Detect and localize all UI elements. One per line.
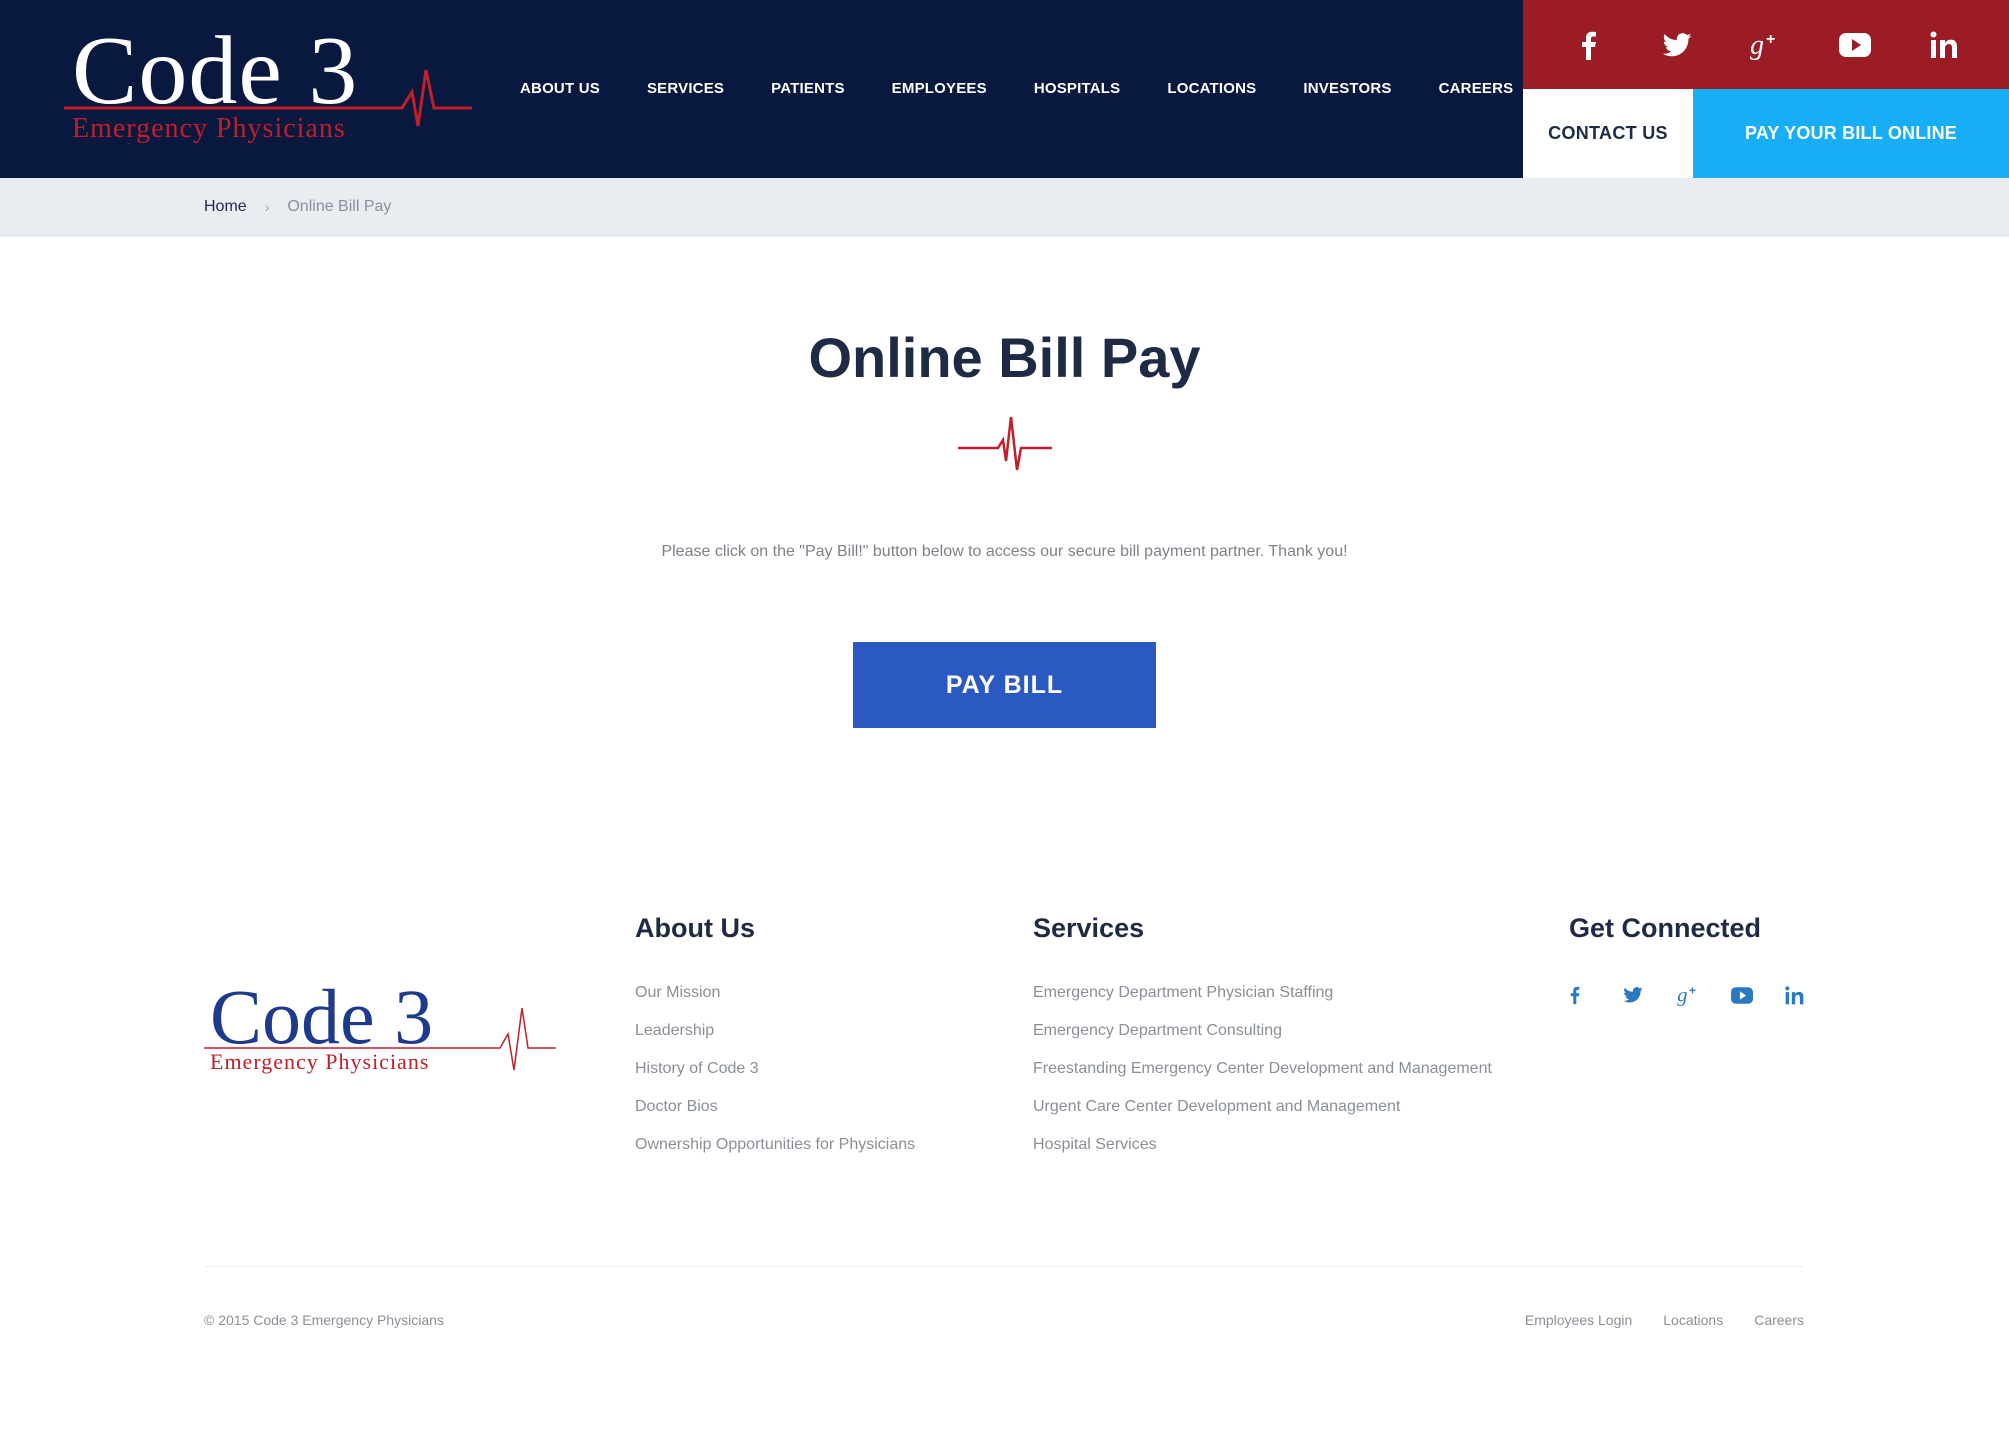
footer-link-doctor-bios[interactable]: Doctor Bios — [635, 1088, 915, 1126]
nav-about-us[interactable]: ABOUT US — [520, 80, 600, 97]
nav-patients[interactable]: PATIENTS — [771, 80, 845, 97]
header-social-bar: g + — [1523, 0, 2009, 89]
main-nav: ABOUT US SERVICES PATIENTS EMPLOYEES HOS… — [520, 80, 1560, 97]
nav-locations[interactable]: LOCATIONS — [1167, 80, 1256, 97]
google-plus-icon[interactable]: g + — [1746, 25, 1786, 65]
breadcrumb-home-link[interactable]: Home — [204, 198, 247, 216]
twitter-icon[interactable] — [1623, 974, 1677, 1016]
footer-link-ed-staffing[interactable]: Emergency Department Physician Staffing — [1033, 974, 1492, 1012]
footer-locations-link[interactable]: Locations — [1663, 1312, 1723, 1328]
svg-text:+: + — [1689, 984, 1696, 997]
footer-link-hospital-services[interactable]: Hospital Services — [1033, 1126, 1492, 1164]
footer-link-ownership[interactable]: Ownership Opportunities for Physicians — [635, 1126, 915, 1164]
footer-link-urgent-care[interactable]: Urgent Care Center Development and Manag… — [1033, 1088, 1492, 1126]
footer-logo-heartbeat-icon — [204, 1007, 556, 1071]
pay-bill-online-button[interactable]: PAY YOUR BILL ONLINE — [1693, 89, 2009, 178]
footer-link-our-mission[interactable]: Our Mission — [635, 974, 915, 1012]
logo-heartbeat-icon — [64, 69, 472, 127]
nav-careers[interactable]: CAREERS — [1439, 80, 1514, 97]
footer-services-heading: Services — [1033, 913, 1145, 943]
breadcrumb-bar: Home › Online Bill Pay — [0, 178, 2009, 237]
facebook-icon[interactable] — [1568, 25, 1608, 65]
breadcrumb-current: Online Bill Pay — [287, 198, 392, 215]
employees-login-link[interactable]: Employees Login — [1525, 1312, 1632, 1328]
footer-bottom-links: Employees Login Locations Careers — [1525, 1312, 1804, 1328]
twitter-icon[interactable] — [1657, 25, 1697, 65]
page-title: Online Bill Pay — [808, 326, 1201, 389]
pay-bill-button[interactable]: PAY BILL — [853, 642, 1156, 728]
footer-about-heading: About Us — [635, 913, 755, 943]
bill-pay-instructions: Please click on the "Pay Bill!" button b… — [661, 543, 1348, 560]
footer-link-ed-consulting[interactable]: Emergency Department Consulting — [1033, 1012, 1492, 1050]
nav-hospitals[interactable]: HOSPITALS — [1034, 80, 1121, 97]
nav-employees[interactable]: EMPLOYEES — [892, 80, 987, 97]
footer-social-links: g + — [1569, 974, 1839, 1016]
youtube-icon[interactable] — [1731, 974, 1785, 1016]
heartbeat-divider-icon — [958, 416, 1052, 471]
footer-divider — [204, 1266, 1804, 1267]
breadcrumb: Home › Online Bill Pay — [204, 198, 391, 216]
footer-link-leadership[interactable]: Leadership — [635, 1012, 915, 1050]
footer-services-column: Services Emergency Department Physician … — [1033, 913, 1492, 1164]
svg-text:+: + — [1766, 31, 1775, 48]
nav-investors[interactable]: INVESTORS — [1303, 80, 1391, 97]
nav-services[interactable]: SERVICES — [647, 80, 724, 97]
footer-logo[interactable]: Code 3 Emergency Physicians — [204, 978, 558, 1078]
linkedin-icon[interactable] — [1924, 25, 1964, 65]
footer-connect-heading: Get Connected — [1569, 913, 1762, 943]
linkedin-icon[interactable] — [1785, 974, 1839, 1016]
google-plus-icon[interactable]: g + — [1677, 974, 1731, 1016]
site-header: Code 3 Emergency Physicians ABOUT US SER… — [0, 0, 2009, 178]
site-logo[interactable]: Code 3 Emergency Physicians — [62, 22, 474, 150]
breadcrumb-separator-icon: › — [264, 199, 270, 215]
copyright-text: © 2015 Code 3 Emergency Physicians — [204, 1312, 444, 1328]
footer-link-freestanding[interactable]: Freestanding Emergency Center Developmen… — [1033, 1050, 1492, 1088]
svg-text:g: g — [1750, 30, 1764, 60]
footer-careers-link[interactable]: Careers — [1754, 1312, 1804, 1328]
footer-about-column: About Us Our Mission Leadership History … — [635, 913, 915, 1164]
contact-us-button[interactable]: CONTACT US — [1523, 89, 1693, 178]
footer-link-history[interactable]: History of Code 3 — [635, 1050, 915, 1088]
youtube-icon[interactable] — [1835, 25, 1875, 65]
facebook-icon[interactable] — [1569, 974, 1623, 1016]
svg-text:g: g — [1677, 985, 1687, 1006]
footer-connect-column: Get Connected g + — [1569, 913, 1839, 1016]
